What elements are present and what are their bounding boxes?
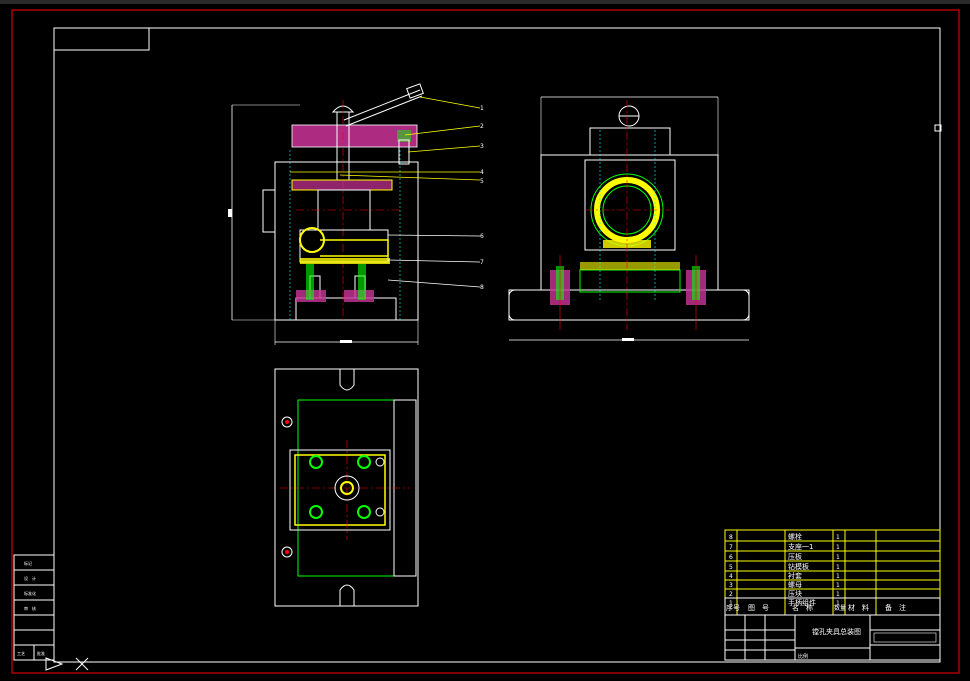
bom-row-name: 衬套: [788, 571, 802, 580]
balloon-7: 7: [480, 259, 484, 266]
top-scroll-strip: [0, 0, 970, 4]
bom-row-no: 4: [729, 573, 733, 580]
title-block-scale-label: 比例: [798, 653, 808, 660]
bom-header-remarks: 备 注: [885, 603, 906, 612]
side-view: [508, 96, 750, 341]
balloon-6: 6: [480, 233, 484, 240]
bom-header-material: 材 料: [848, 603, 869, 612]
balloon-5: 5: [480, 178, 484, 185]
bom-row-qty: 1: [836, 573, 840, 580]
balloon-8: 8: [480, 284, 484, 291]
bom-row-no: 2: [729, 591, 733, 598]
bom-row-name: 压块: [788, 589, 802, 598]
bom-row-name: 螺栓: [788, 532, 802, 541]
bom-row-no: 3: [729, 582, 733, 589]
bom-row-qty: 1: [836, 564, 840, 571]
balloon-2: 2: [480, 123, 484, 130]
side-label-1: 设 计: [24, 575, 36, 581]
bom-row-qty: 1: [836, 582, 840, 589]
front-view: 1 2 3 4 5 6 7 8: [228, 83, 484, 345]
drawing-title: 镗孔夹具总装图: [812, 627, 861, 636]
bom-row-no: 6: [729, 554, 733, 561]
top-view: [274, 368, 419, 607]
stamp-box: [53, 27, 150, 51]
bom-row-no: 7: [729, 544, 733, 551]
cad-drawing-canvas[interactable]: 1 2 3 4 5 6 7 8 标记 设 计 标准化 审 核 工艺 批准 8 螺…: [0, 0, 970, 681]
side-label-0: 标记: [24, 560, 32, 566]
bom-header-qty: 数量: [834, 604, 846, 612]
sheet-border: [11, 9, 960, 674]
side-label-2: 标准化: [24, 590, 36, 596]
drawing-sheet: 1 2 3 4 5 6 7 8 标记 设 计 标准化 审 核 工艺 批准 8 螺…: [0, 0, 970, 674]
bom-row-qty: 1: [836, 591, 840, 598]
bom-row-name: 螺母: [788, 580, 802, 589]
balloon-1: 1: [480, 105, 484, 112]
balloon-4: 4: [480, 169, 484, 176]
side-label-5: 批准: [37, 650, 45, 656]
bom-row-qty: 1: [836, 554, 840, 561]
side-label-4: 工艺: [17, 651, 25, 656]
title-block: 镗孔夹具总装图 比例: [724, 614, 941, 661]
bom-header-name: 名 称: [792, 603, 813, 612]
bom-row-name: 钻模板: [788, 562, 809, 571]
bom-row-name: 支座一1: [788, 542, 813, 551]
bom-row-qty: 1: [836, 544, 840, 551]
balloon-3: 3: [480, 143, 484, 150]
bom-row-no: 5: [729, 564, 733, 571]
side-label-3: 审 核: [24, 605, 36, 611]
bom-row-qty: 1: [836, 534, 840, 541]
bom-header-drawing: 图 号: [748, 604, 769, 612]
bom-row-name: 压板: [788, 552, 802, 561]
left-revision-panel: 标记 设 计 标准化 审 核 工艺 批准: [13, 554, 89, 671]
bom-table: 8 螺栓 1 7 支座一1 1 6 压板 1 5 钻模板 1 4 衬套 1 3 …: [724, 529, 941, 616]
bom-header-no: 序号: [726, 603, 740, 612]
bom-row-no: 8: [729, 534, 733, 541]
